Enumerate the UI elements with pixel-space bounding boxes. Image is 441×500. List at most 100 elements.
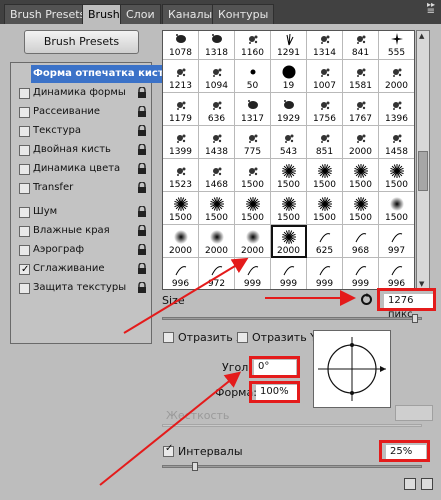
brush-setting-5[interactable]: Динамика цвета (11, 160, 151, 178)
brush-setting-0[interactable]: Форма отпечатка кисти (11, 65, 173, 83)
brush-tip[interactable]: 1500 (235, 192, 271, 225)
spacing-slider-knob[interactable] (192, 462, 198, 471)
brush-setting-4[interactable]: Двойная кисть (11, 141, 151, 159)
brush-tip[interactable]: 1094 (199, 60, 235, 93)
setting-checkbox[interactable] (19, 207, 30, 218)
lock-icon[interactable] (137, 281, 147, 294)
brush-tip[interactable]: 996 (379, 258, 414, 289)
brush-tip[interactable]: 1500 (343, 159, 379, 192)
lock-icon[interactable] (137, 162, 147, 175)
brush-tip[interactable]: 1438 (199, 126, 235, 159)
brush-tip[interactable]: 543 (271, 126, 307, 159)
lock-icon[interactable] (137, 262, 147, 275)
spacing-checkbox[interactable] (163, 443, 174, 457)
brush-tip[interactable]: 2000 (199, 225, 235, 258)
brush-tip[interactable]: 775 (235, 126, 271, 159)
tab-brush-presets[interactable]: Brush Presets (4, 4, 92, 24)
brush-tip[interactable]: 851 (307, 126, 343, 159)
lock-icon[interactable] (137, 181, 147, 194)
setting-checkbox[interactable] (19, 126, 30, 137)
brush-tip[interactable]: 1500 (379, 159, 414, 192)
brush-tip[interactable]: 2000 (271, 225, 307, 258)
lock-icon[interactable] (137, 105, 147, 118)
brush-tip[interactable]: 1929 (271, 93, 307, 126)
create-brush-icon[interactable] (421, 478, 433, 490)
brush-tip[interactable]: 1500 (199, 192, 235, 225)
brush-tip[interactable]: 1581 (343, 60, 379, 93)
brush-tip[interactable]: 1500 (163, 192, 199, 225)
brush-tip[interactable]: 996 (163, 258, 199, 289)
brush-tip[interactable]: 1317 (235, 93, 271, 126)
brush-tip[interactable]: 997 (379, 225, 414, 258)
brush-tip[interactable]: 2000 (163, 225, 199, 258)
brush-setting-6[interactable]: Transfer (11, 179, 151, 197)
setting-checkbox[interactable] (19, 226, 30, 237)
brush-tip[interactable]: 2000 (235, 225, 271, 258)
brush-tip[interactable]: 625 (307, 225, 343, 258)
size-slider-knob[interactable] (412, 314, 418, 323)
brush-tip[interactable]: 1314 (307, 31, 343, 60)
tab-paths[interactable]: Контуры (212, 4, 275, 24)
brush-tip[interactable]: 841 (343, 31, 379, 60)
scroll-thumb[interactable] (418, 151, 428, 191)
brush-setting-3[interactable]: Текстура (11, 122, 151, 140)
brush-setting-10[interactable]: Сглаживание (11, 260, 151, 279)
brush-tip[interactable]: 1078 (163, 31, 199, 60)
brush-tip[interactable]: 1213 (163, 60, 199, 93)
setting-checkbox[interactable] (19, 261, 30, 279)
brush-setting-9[interactable]: Аэрограф (11, 241, 151, 259)
brush-setting-8[interactable]: Влажные края (11, 222, 151, 240)
lock-icon[interactable] (137, 124, 147, 137)
brush-tip[interactable]: 1500 (307, 192, 343, 225)
brush-tip[interactable]: 1523 (163, 159, 199, 192)
tab-channels[interactable]: Каналы (162, 4, 219, 24)
brush-tip[interactable]: 1500 (271, 192, 307, 225)
brush-tip[interactable]: 1756 (307, 93, 343, 126)
setting-checkbox[interactable] (19, 283, 30, 294)
setting-checkbox[interactable] (19, 145, 30, 156)
brush-setting-1[interactable]: Динамика формы (11, 84, 151, 102)
brush-angle-preview[interactable] (313, 330, 391, 408)
grid-scrollbar[interactable]: ▲ ▼ (416, 30, 430, 290)
panel-menu-icon[interactable]: ≡ (427, 7, 435, 17)
lock-icon[interactable] (137, 224, 147, 237)
brush-tip[interactable]: 1500 (235, 159, 271, 192)
brush-tip[interactable]: 636 (199, 93, 235, 126)
lock-icon[interactable] (137, 86, 147, 99)
brush-tip[interactable]: 555 (379, 31, 414, 60)
brush-setting-7[interactable]: Шум (11, 203, 151, 221)
brush-presets-button[interactable]: Brush Presets (24, 30, 139, 54)
brush-tip[interactable]: 1396 (379, 93, 414, 126)
brush-tip[interactable]: 19 (271, 60, 307, 93)
brush-setting-11[interactable]: Защита текстуры (11, 279, 151, 297)
flip-x-checkbox[interactable] (163, 332, 174, 343)
brush-tip[interactable]: 999 (343, 258, 379, 289)
lock-icon[interactable] (137, 205, 147, 218)
brush-tip[interactable]: 1500 (343, 192, 379, 225)
brush-tip[interactable]: 1468 (199, 159, 235, 192)
brush-tip[interactable]: 1291 (271, 31, 307, 60)
brush-tip[interactable]: 972 (199, 258, 235, 289)
brush-tip[interactable]: 1399 (163, 126, 199, 159)
brush-tip[interactable]: 2000 (343, 126, 379, 159)
brush-tip[interactable]: 999 (235, 258, 271, 289)
brush-tip[interactable]: 968 (343, 225, 379, 258)
brush-tip[interactable]: 50 (235, 60, 271, 93)
brush-tip[interactable]: 1767 (343, 93, 379, 126)
brush-tip[interactable]: 1458 (379, 126, 414, 159)
brush-tip[interactable]: 1007 (307, 60, 343, 93)
tab-layers[interactable]: Слои (120, 4, 161, 24)
setting-checkbox[interactable] (19, 245, 30, 256)
brush-setting-2[interactable]: Рассеивание (11, 103, 151, 121)
scroll-down-icon[interactable]: ▼ (419, 280, 424, 288)
new-preset-icon[interactable] (404, 478, 416, 490)
brush-tip[interactable]: 999 (271, 258, 307, 289)
brush-tip[interactable]: 2000 (379, 60, 414, 93)
flip-y-checkbox[interactable] (237, 332, 248, 343)
size-slider-track[interactable] (162, 317, 422, 320)
lock-icon[interactable] (137, 243, 147, 256)
lock-icon[interactable] (137, 143, 147, 156)
spacing-slider-track[interactable] (162, 465, 422, 468)
brush-tip[interactable]: 1500 (307, 159, 343, 192)
setting-checkbox[interactable] (19, 107, 30, 118)
